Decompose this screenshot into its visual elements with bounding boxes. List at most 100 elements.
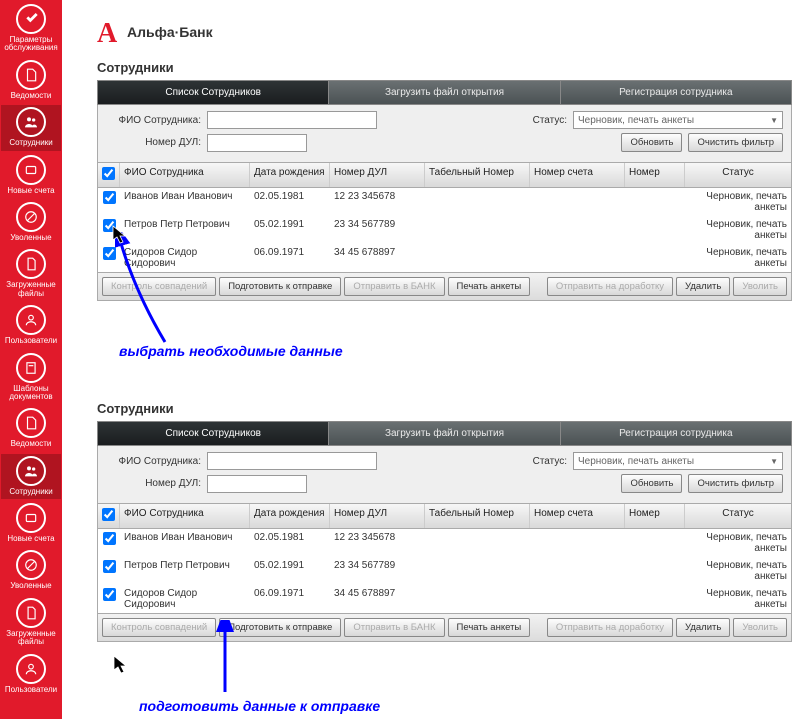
status-label-2: Статус: bbox=[533, 456, 567, 467]
dul-label: Номер ДУЛ: bbox=[106, 137, 201, 148]
fio-label-2: ФИО Сотрудника: bbox=[106, 456, 201, 467]
accounts-icon bbox=[16, 155, 46, 185]
col-dul-2[interactable]: Номер ДУЛ bbox=[330, 504, 425, 528]
select-all-checkbox-2[interactable] bbox=[102, 508, 115, 521]
nav-fired[interactable]: Уволенные bbox=[1, 200, 61, 245]
tabbar-2: Список Сотрудников Загрузить файл открыт… bbox=[97, 421, 792, 446]
fio-input-2[interactable] bbox=[207, 452, 377, 470]
col-tab-2[interactable]: Табельный Номер bbox=[425, 504, 530, 528]
fire-button[interactable]: Уволить bbox=[733, 277, 787, 296]
tab-upload-2[interactable]: Загрузить файл открытия bbox=[329, 422, 560, 445]
dul-input[interactable] bbox=[207, 134, 307, 152]
nav-new-accounts[interactable]: Новые счета bbox=[1, 153, 61, 198]
send-button[interactable]: Отправить в БАНК bbox=[344, 277, 444, 296]
table-row[interactable]: Петров Петр Петрович 05.02.1991 23 34 56… bbox=[98, 557, 791, 585]
row-checkbox[interactable] bbox=[103, 247, 116, 260]
tab-list-2[interactable]: Список Сотрудников bbox=[98, 422, 329, 445]
fired-icon bbox=[16, 550, 46, 580]
nav-settings[interactable]: Параметры обслуживания bbox=[1, 2, 61, 56]
nav-vedomosti[interactable]: Ведомости bbox=[1, 58, 61, 103]
select-all-checkbox[interactable] bbox=[102, 167, 115, 180]
send-button-2[interactable]: Отправить в БАНК bbox=[344, 618, 444, 637]
delete-button[interactable]: Удалить bbox=[676, 277, 730, 296]
clear-filter-button-2[interactable]: Очистить фильтр bbox=[688, 474, 783, 493]
nav-fired-2[interactable]: Уволенные bbox=[1, 548, 61, 593]
grid-header-1: ФИО Сотрудника Дата рождения Номер ДУЛ Т… bbox=[97, 163, 792, 188]
print-button-2[interactable]: Печать анкеты bbox=[448, 618, 531, 637]
dul-label-2: Номер ДУЛ: bbox=[106, 478, 201, 489]
col-dob-2[interactable]: Дата рождения bbox=[250, 504, 330, 528]
table-row[interactable]: Иванов Иван Иванович 02.05.1981 12 23 34… bbox=[98, 188, 791, 216]
col-dob[interactable]: Дата рождения bbox=[250, 163, 330, 187]
chevron-down-icon: ▼ bbox=[770, 116, 778, 125]
row-checkbox[interactable] bbox=[103, 532, 116, 545]
refresh-button-2[interactable]: Обновить bbox=[621, 474, 682, 493]
row-checkbox[interactable] bbox=[103, 191, 116, 204]
arrow-annotation-1 bbox=[115, 232, 235, 352]
revise-button-2[interactable]: Отправить на доработку bbox=[547, 618, 673, 637]
cursor-icon bbox=[113, 655, 129, 675]
filter-box-2: ФИО Сотрудника: Статус: Черновик, печать… bbox=[97, 446, 792, 504]
tabbar-1: Список Сотрудников Загрузить файл открыт… bbox=[97, 80, 792, 105]
col-status-2[interactable]: Статус bbox=[685, 504, 791, 528]
fired-icon bbox=[16, 202, 46, 232]
filter-box-1: ФИО Сотрудника: Статус: Черновик, печать… bbox=[97, 105, 792, 163]
col-tab[interactable]: Табельный Номер bbox=[425, 163, 530, 187]
chevron-down-icon: ▼ bbox=[770, 457, 778, 466]
tab-register-2[interactable]: Регистрация сотрудника bbox=[561, 422, 791, 445]
nav-vedomosti-2[interactable]: Ведомости bbox=[1, 406, 61, 451]
accounts-icon bbox=[16, 503, 46, 533]
template-icon bbox=[16, 353, 46, 383]
arrow-annotation-2 bbox=[200, 620, 280, 700]
revise-button[interactable]: Отправить на доработку bbox=[547, 277, 673, 296]
row-checkbox[interactable] bbox=[103, 560, 116, 573]
section-title-2: Сотрудники bbox=[97, 401, 792, 416]
status-select[interactable]: Черновик, печать анкеты▼ bbox=[573, 111, 783, 129]
dul-input-2[interactable] bbox=[207, 475, 307, 493]
main-content: A Альфа·Банк Сотрудники Список Сотрудник… bbox=[62, 0, 800, 724]
tab-upload[interactable]: Загрузить файл открытия bbox=[329, 81, 560, 104]
col-status[interactable]: Статус bbox=[685, 163, 791, 187]
cursor-icon bbox=[112, 225, 128, 245]
fire-button-2[interactable]: Уволить bbox=[733, 618, 787, 637]
nav-employees[interactable]: Сотрудники bbox=[1, 105, 61, 150]
print-button[interactable]: Печать анкеты bbox=[448, 277, 531, 296]
tab-register[interactable]: Регистрация сотрудника bbox=[561, 81, 791, 104]
section-title-1: Сотрудники bbox=[97, 60, 792, 75]
col-dul[interactable]: Номер ДУЛ bbox=[330, 163, 425, 187]
col-fio[interactable]: ФИО Сотрудника bbox=[120, 163, 250, 187]
status-select-2[interactable]: Черновик, печать анкеты▼ bbox=[573, 452, 783, 470]
prepare-button[interactable]: Подготовить к отправке bbox=[219, 277, 341, 296]
annotation-2: подготовить данные к отправке bbox=[139, 698, 792, 714]
col-acc-2[interactable]: Номер счета bbox=[530, 504, 625, 528]
tab-list[interactable]: Список Сотрудников bbox=[98, 81, 329, 104]
people-icon bbox=[16, 107, 46, 137]
file-icon bbox=[16, 249, 46, 279]
col-num[interactable]: Номер bbox=[625, 163, 685, 187]
refresh-button[interactable]: Обновить bbox=[621, 133, 682, 152]
row-checkbox[interactable] bbox=[103, 588, 116, 601]
col-num-2[interactable]: Номер bbox=[625, 504, 685, 528]
nav-templates[interactable]: Шаблоны документов bbox=[1, 351, 61, 405]
table-row[interactable]: Сидоров Сидор Сидорович 06.09.1971 34 45… bbox=[98, 585, 791, 613]
grid-header-2: ФИО Сотрудника Дата рождения Номер ДУЛ Т… bbox=[97, 504, 792, 529]
tools-icon bbox=[16, 4, 46, 34]
doc-icon bbox=[16, 60, 46, 90]
grid-body-2: Иванов Иван Иванович 02.05.1981 12 23 34… bbox=[97, 529, 792, 614]
nav-files-2[interactable]: Загруженные файлы bbox=[1, 596, 61, 650]
col-acc[interactable]: Номер счета bbox=[530, 163, 625, 187]
nav-employees-2[interactable]: Сотрудники bbox=[1, 454, 61, 499]
fio-input[interactable] bbox=[207, 111, 377, 129]
delete-button-2[interactable]: Удалить bbox=[676, 618, 730, 637]
brand: A Альфа·Банк bbox=[97, 18, 792, 46]
nav-users[interactable]: Пользователи bbox=[1, 303, 61, 348]
col-fio-2[interactable]: ФИО Сотрудника bbox=[120, 504, 250, 528]
table-row[interactable]: Иванов Иван Иванович 02.05.1981 12 23 34… bbox=[98, 529, 791, 557]
user-icon bbox=[16, 305, 46, 335]
nav-new-accounts-2[interactable]: Новые счета bbox=[1, 501, 61, 546]
file-icon bbox=[16, 598, 46, 628]
nav-users-2[interactable]: Пользователи bbox=[1, 652, 61, 697]
people-icon bbox=[16, 456, 46, 486]
nav-files[interactable]: Загруженные файлы bbox=[1, 247, 61, 301]
clear-filter-button[interactable]: Очистить фильтр bbox=[688, 133, 783, 152]
